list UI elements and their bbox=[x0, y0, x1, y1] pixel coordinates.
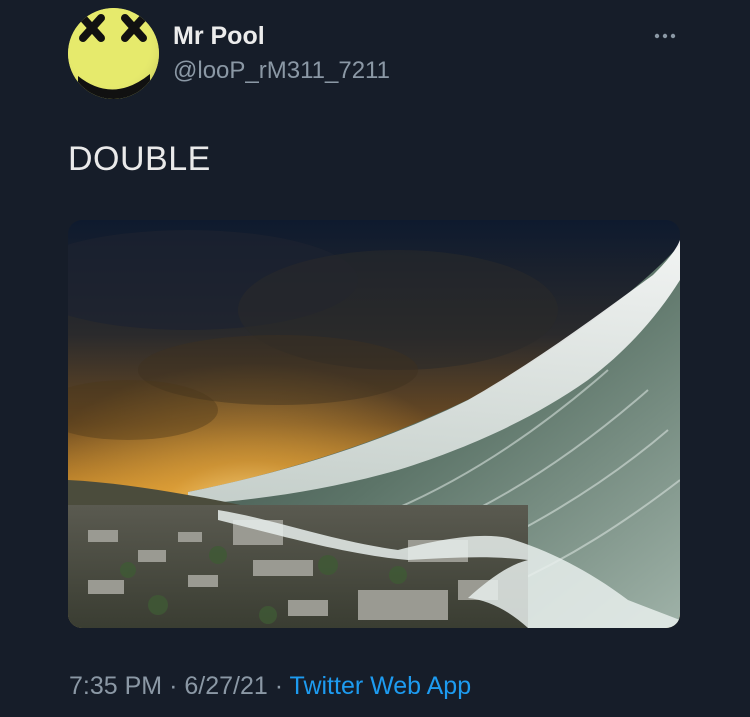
more-options-button[interactable] bbox=[648, 18, 688, 58]
tweet-card: Mr Pool @looP_rM311_7211 DOUBLE 7:35 PM … bbox=[0, 0, 750, 717]
tweet-time: 7:35 PM bbox=[69, 672, 163, 700]
meta-separator: · bbox=[274, 672, 284, 700]
meta-separator: · bbox=[169, 672, 178, 700]
tweet-media-image[interactable] bbox=[68, 220, 680, 628]
user-handle[interactable]: @looP_rM311_7211 bbox=[173, 57, 390, 85]
tweet-metadata: 7:35 PM · 6/27/21 · Twitter Web App bbox=[69, 672, 471, 701]
yellow-smiley-face-icon bbox=[68, 8, 159, 99]
tweet-date: 6/27/21 bbox=[184, 672, 268, 700]
tweet-text: DOUBLE bbox=[68, 140, 211, 178]
avatar[interactable] bbox=[68, 8, 159, 99]
display-name[interactable]: Mr Pool bbox=[173, 22, 265, 51]
more-horizontal-icon bbox=[654, 33, 676, 39]
tweet-source-link[interactable]: Twitter Web App bbox=[290, 672, 472, 700]
tsunami-wave-image bbox=[68, 220, 680, 628]
